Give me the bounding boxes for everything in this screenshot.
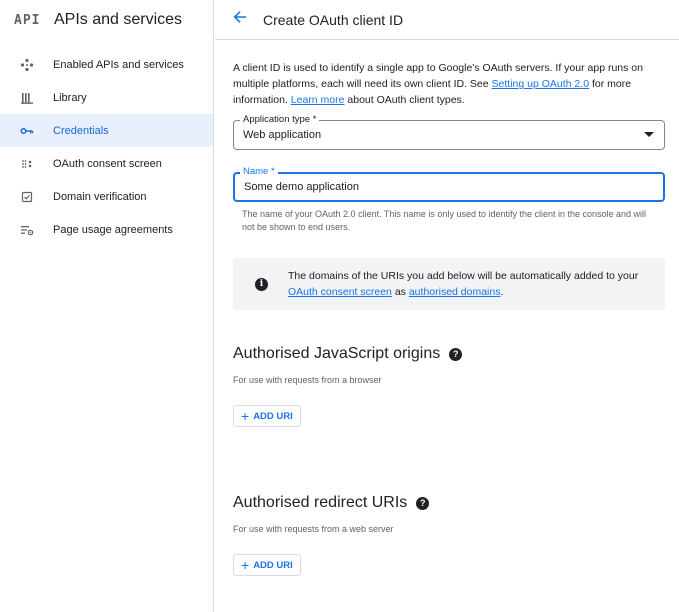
js-origins-subtitle: For use with requests from a browser xyxy=(233,375,382,385)
page-header: Create OAuth client ID xyxy=(215,0,679,40)
sidebar-item-label: Page usage agreements xyxy=(53,223,173,236)
consent-icon xyxy=(20,157,34,171)
oauth-consent-screen-link[interactable]: OAuth consent screen xyxy=(288,286,392,298)
sidebar-item-label: Enabled APIs and services xyxy=(53,58,184,71)
info-text-part: as xyxy=(391,286,409,298)
name-hint: The name of your OAuth 2.0 client. This … xyxy=(242,209,647,232)
back-button[interactable] xyxy=(227,7,253,33)
name-value: Some demo application xyxy=(244,181,359,193)
help-icon[interactable]: ? xyxy=(449,347,463,361)
settings-list-icon xyxy=(20,223,34,237)
sidebar-item-oauth-consent[interactable]: OAuth consent screen xyxy=(0,147,213,180)
application-type-value: Web application xyxy=(243,129,322,141)
add-uri-label: ADD URI xyxy=(253,559,293,571)
application-type-label: Application type * xyxy=(240,114,320,126)
sidebar-item-page-usage[interactable]: Page usage agreements xyxy=(0,213,213,246)
sidebar-item-enabled-apis[interactable]: Enabled APIs and services xyxy=(0,48,213,81)
name-label: Name * xyxy=(240,166,278,178)
intro-text-part: about OAuth client types. xyxy=(344,94,465,106)
add-uri-label: ADD URI xyxy=(253,410,293,422)
setting-up-oauth-link[interactable]: Setting up OAuth 2.0 xyxy=(492,78,589,90)
js-origins-title: Authorised JavaScript origins xyxy=(233,345,441,362)
info-icon: i xyxy=(255,277,268,291)
sidebar-title: APIs and services xyxy=(54,11,183,28)
application-type-select[interactable]: Application type * Web application xyxy=(233,114,665,150)
dropdown-arrow-icon xyxy=(644,132,654,137)
help-icon[interactable]: ? xyxy=(416,496,430,510)
info-text-part: The domains of the URIs you add below wi… xyxy=(288,270,639,282)
checkbox-icon xyxy=(20,190,34,204)
js-origins-section: Authorised JavaScript origins ? For use … xyxy=(233,345,665,427)
redirect-uris-subtitle: For use with requests from a web server xyxy=(233,524,394,534)
sidebar-header: API APIs and services xyxy=(0,0,213,40)
app: API APIs and services Enabled APIs and s… xyxy=(0,0,679,612)
sidebar-item-domain-verification[interactable]: Domain verification xyxy=(0,180,213,213)
info-banner: i The domains of the URIs you add below … xyxy=(233,258,665,310)
js-origins-title-row: Authorised JavaScript origins ? xyxy=(233,345,665,363)
sidebar: API APIs and services Enabled APIs and s… xyxy=(0,0,214,612)
learn-more-link[interactable]: Learn more xyxy=(291,94,345,106)
name-field[interactable]: Name * Some demo application xyxy=(233,166,665,202)
redirect-uris-title-row: Authorised redirect URIs ? xyxy=(233,494,665,512)
plus-icon: + xyxy=(241,557,250,573)
sidebar-item-credentials[interactable]: Credentials xyxy=(0,114,213,147)
sidebar-item-label: Library xyxy=(53,91,87,104)
sidebar-item-label: Credentials xyxy=(53,124,109,137)
api-logo: API xyxy=(14,12,41,28)
add-redirect-uri-button[interactable]: + ADD URI xyxy=(233,554,301,576)
intro-text: A client ID is used to identify a single… xyxy=(233,60,665,108)
sidebar-item-library[interactable]: Library xyxy=(0,81,213,114)
info-text: The domains of the URIs you add below wi… xyxy=(288,268,643,300)
sidebar-nav: Enabled APIs and services Library Creden… xyxy=(0,48,213,246)
plus-icon: + xyxy=(241,408,250,424)
authorised-domains-link[interactable]: authorised domains xyxy=(409,286,501,298)
redirect-uris-section: Authorised redirect URIs ? For use with … xyxy=(233,494,665,576)
redirect-uris-title: Authorised redirect URIs xyxy=(233,494,408,511)
key-icon xyxy=(20,124,34,138)
sidebar-item-label: Domain verification xyxy=(53,190,147,203)
main-content: A client ID is used to identify a single… xyxy=(233,60,665,576)
library-icon xyxy=(20,91,34,105)
arrow-back-icon xyxy=(232,9,248,30)
page-title: Create OAuth client ID xyxy=(263,11,404,28)
sidebar-item-label: OAuth consent screen xyxy=(53,157,162,170)
enabled-apis-icon xyxy=(20,58,34,72)
add-js-origin-uri-button[interactable]: + ADD URI xyxy=(233,405,301,427)
info-text-part: . xyxy=(500,286,504,298)
